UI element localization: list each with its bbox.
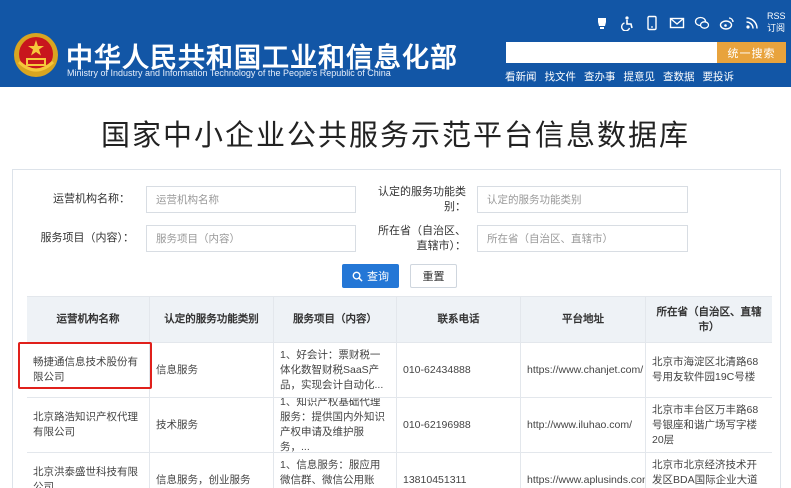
results-table: 运营机构名称 认定的服务功能类别 服务项目（内容） 联系电话 平台地址 所在省（… — [27, 296, 772, 488]
query-button-label: 查询 — [367, 271, 389, 283]
cell-operator[interactable]: 北京路浩知识产权代理有限公司 — [27, 398, 150, 452]
cell-operator[interactable]: 北京洪泰盛世科技有限公司 — [27, 453, 150, 488]
search-icon — [352, 271, 363, 282]
cell-category: 信息服务 — [150, 343, 274, 397]
service-label: 服务项目（内容）： — [40, 232, 135, 244]
col-phone: 联系电话 — [397, 297, 521, 342]
mobile-icon[interactable] — [644, 14, 660, 31]
cell-service: 1、好会计：票财税一体化数智财税SaaS产品，实现会计自动化... — [274, 343, 397, 397]
service-input[interactable]: 服务项目（内容） — [146, 225, 356, 252]
mail-icon[interactable] — [669, 14, 685, 31]
nav-complaints[interactable]: 要投诉 — [703, 69, 735, 84]
nav-documents[interactable]: 找文件 — [545, 69, 577, 84]
weibo-icon[interactable] — [719, 14, 735, 31]
province-input[interactable]: 所在省（自治区、直辖市） — [477, 225, 688, 252]
col-service: 服务项目（内容） — [274, 297, 397, 342]
security-badge-icon[interactable] — [594, 14, 610, 31]
nav-news[interactable]: 看新闻 — [505, 69, 537, 84]
accessibility-icon[interactable] — [619, 14, 635, 31]
operator-label: 运营机构名称： — [53, 193, 130, 205]
query-button[interactable]: 查询 — [342, 264, 399, 288]
col-category: 认定的服务功能类别 — [150, 297, 274, 342]
cell-url[interactable]: https://www.aplusinds.com/ — [521, 453, 646, 488]
col-province: 所在省（自治区、直辖市） — [656, 305, 762, 333]
cell-category: 信息服务，创业服务 — [150, 453, 274, 488]
site-search-input[interactable] — [506, 42, 717, 63]
rss-link[interactable]: RSS订阅 — [767, 11, 791, 34]
cell-service: 1、知识产权基础代理服务：提供国内外知识产权申请及维护服务，... — [274, 398, 397, 452]
reset-button[interactable]: 重置 — [410, 264, 457, 288]
cell-url[interactable]: https://www.chanjet.com/ — [521, 343, 646, 397]
table-header-row: 运营机构名称 认定的服务功能类别 服务项目（内容） 联系电话 平台地址 所在省（… — [27, 296, 772, 343]
province-label: 所在省（自治区、直辖市）： — [378, 225, 466, 252]
col-operator: 运营机构名称 — [27, 297, 150, 342]
category-label: 认定的服务功能类别： — [378, 186, 466, 213]
site-header: 中华人民共和国工业和信息化部 Ministry of Industry and … — [0, 0, 791, 87]
nav-feedback[interactable]: 提意见 — [624, 69, 656, 84]
cell-category: 技术服务 — [150, 398, 274, 452]
table-row[interactable]: 北京洪泰盛世科技有限公司 信息服务，创业服务 1、信息服务：服应用微信群、微信公… — [27, 453, 772, 488]
top-utility-icons: RSS订阅 — [594, 11, 791, 34]
rss-icon[interactable] — [744, 14, 760, 31]
unified-search-button[interactable]: 统一搜索 — [717, 42, 786, 63]
highlight-annotation-box — [18, 342, 152, 389]
nav-data[interactable]: 查数据 — [663, 69, 695, 84]
wechat-icon[interactable] — [694, 14, 710, 31]
cell-province: 北京市北京经济技术开发区BDA国际企业大道57号 — [652, 458, 758, 486]
header-nav: 看新闻 找文件 查办事 提意见 查数据 要投诉 — [505, 69, 742, 84]
ministry-subtitle-en: Ministry of Industry and Information Tec… — [67, 68, 391, 78]
page-title: 国家中小企业公共服务示范平台信息数据库 — [100, 118, 690, 152]
table-row[interactable]: 北京路浩知识产权代理有限公司 技术服务 1、知识产权基础代理服务：提供国内外知识… — [27, 398, 772, 453]
cell-url[interactable]: http://www.iluhao.com/ — [521, 398, 646, 452]
category-input[interactable]: 认定的服务功能类别 — [477, 186, 688, 213]
cell-phone: 010-62434888 — [397, 343, 521, 397]
cell-province: 北京市丰台区万丰路68号银座和谐广场写字楼20层 — [652, 403, 759, 446]
cell-service: 1、信息服务：服应用微信群、微信公用账号，手 — [274, 453, 397, 488]
nav-services[interactable]: 查办事 — [584, 69, 616, 84]
national-emblem-icon — [14, 33, 58, 77]
cell-province: 北京市海淀区北清路68号用友软件园19C号楼 — [652, 356, 759, 383]
operator-input[interactable]: 运营机构名称 — [146, 186, 356, 213]
col-url: 平台地址 — [521, 297, 646, 342]
cell-phone: 010-62196988 — [397, 398, 521, 452]
cell-phone: 13810451311 — [397, 453, 521, 488]
